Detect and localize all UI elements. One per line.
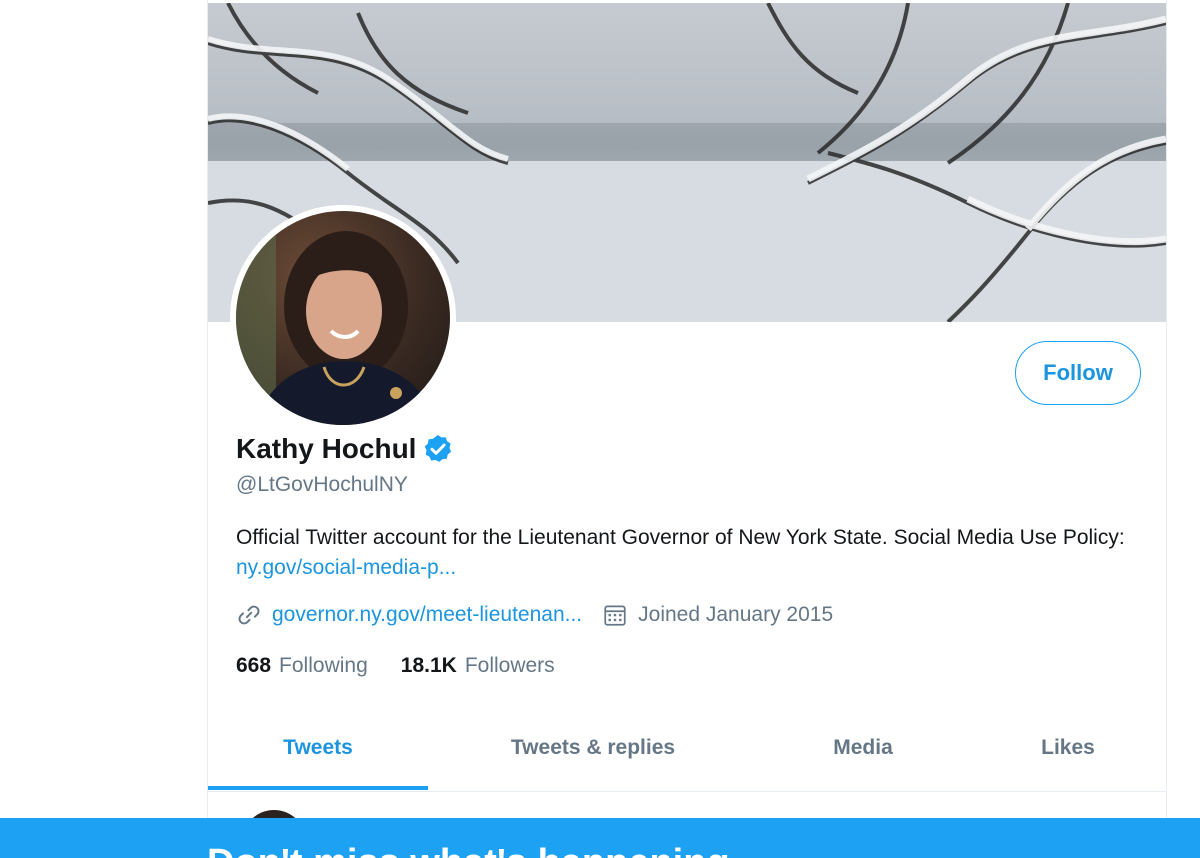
bio: Official Twitter account for the Lieuten… [236, 523, 1136, 583]
login-prompt-banner: Don't miss what's happening [0, 818, 1200, 858]
profile-tabs: Tweets Tweets & replies Media Likes [208, 706, 1166, 792]
bio-text: Official Twitter account for the Lieuten… [236, 526, 1125, 549]
tab-tweets[interactable]: Tweets [208, 706, 428, 790]
active-tab-indicator [208, 786, 428, 790]
follow-button[interactable]: Follow [1015, 341, 1141, 405]
following-label: Following [279, 654, 368, 677]
profile-meta: governor.ny.gov/meet-lieutenan... Joined… [236, 602, 833, 628]
verified-badge-icon [425, 435, 452, 462]
followers-label: Followers [464, 654, 555, 677]
followers-stat[interactable]: 18.1K Followers [401, 654, 555, 678]
link-icon [238, 605, 260, 625]
profile-card: Follow Kathy Hochul @LtGovHochulNY Offic… [207, 0, 1167, 858]
following-count: 668 [236, 654, 272, 677]
profile-avatar[interactable] [230, 205, 456, 431]
handle: @LtGovHochulNY [236, 473, 408, 496]
website-link[interactable]: governor.ny.gov/meet-lieutenan... [272, 603, 582, 627]
joined-item: Joined January 2015 [602, 602, 833, 628]
profile-photo [236, 211, 450, 425]
tab-media[interactable]: Media [768, 706, 958, 790]
follow-stats: 668 Following 18.1K Followers [236, 654, 555, 678]
tab-likes[interactable]: Likes [988, 706, 1148, 790]
calendar-icon [604, 605, 626, 626]
tab-tweets-replies[interactable]: Tweets & replies [448, 706, 738, 790]
name-row: Kathy Hochul [236, 433, 454, 465]
joined-date: Joined January 2015 [638, 603, 834, 626]
followers-count: 18.1K [400, 654, 457, 677]
following-stat[interactable]: 668 Following [236, 654, 368, 678]
login-prompt-text: Don't miss what's happening [207, 842, 730, 858]
display-name: Kathy Hochul [236, 433, 417, 464]
bio-link[interactable]: ny.gov/social-media-p... [236, 556, 456, 579]
website-item: governor.ny.gov/meet-lieutenan... [236, 602, 582, 628]
